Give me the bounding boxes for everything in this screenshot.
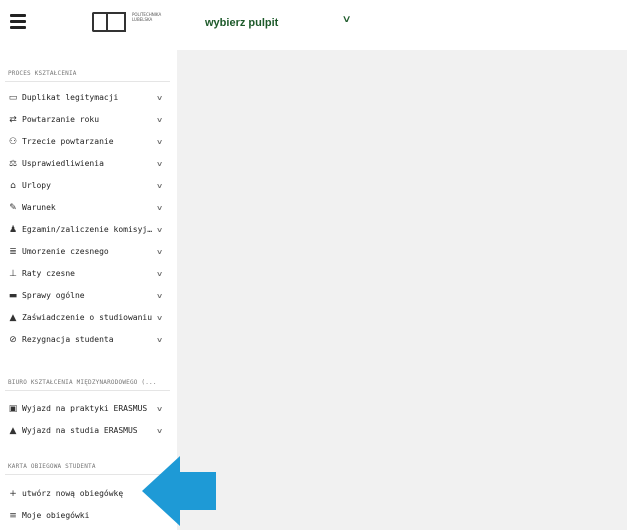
sidebar-item-sprawy-ogolne[interactable]: ▬ Sprawy ogólne ∨ xyxy=(0,285,177,307)
chevron-down-icon[interactable]: ∨ xyxy=(156,136,163,148)
chevron-down-icon[interactable]: ∨ xyxy=(156,290,163,302)
sidebar-item-label: Raty czesne xyxy=(22,269,75,278)
sidebar-item-label: Umorzenie czesnego xyxy=(22,247,109,256)
chevron-down-icon[interactable]: ∨ xyxy=(156,114,163,126)
briefcase-icon: ▣ xyxy=(8,404,18,414)
chevron-down-icon[interactable]: ∨ xyxy=(156,334,163,346)
user-graduate-icon: ♟ xyxy=(8,225,18,235)
main-content xyxy=(177,50,627,530)
plus-icon: + xyxy=(9,489,17,499)
arrow-pointer-icon xyxy=(142,456,216,526)
sidebar-item-label: Rezygnacja studenta xyxy=(22,335,114,344)
chevron-down-icon[interactable]: ∨ xyxy=(156,180,163,192)
chevron-down-icon[interactable]: ∨ xyxy=(156,202,163,214)
sidebar-item-label: Egzamin/zaliczenie komisyjne xyxy=(22,225,154,234)
chevron-down-icon[interactable]: ∨ xyxy=(156,425,163,437)
sidebar-item-raty-czesne[interactable]: ⊥ Raty czesne ∨ xyxy=(0,263,177,285)
divider xyxy=(5,390,170,391)
sidebar-item-trzecie-powtarzanie[interactable]: ⚇ Trzecie powtarzanie ∨ xyxy=(0,131,177,153)
chevron-down-icon[interactable]: ∨ xyxy=(156,92,163,104)
sidebar-item-urlopy[interactable]: ⌂ Urlopy ∨ xyxy=(0,175,177,197)
balance-icon: ⚖ xyxy=(8,159,18,169)
sidebar-item-label: Usprawiedliwienia xyxy=(22,159,104,168)
sidebar-item-egzamin-komisyjny[interactable]: ♟ Egzamin/zaliczenie komisyjne ∨ xyxy=(0,219,177,241)
hamburger-menu-icon[interactable] xyxy=(10,14,26,29)
chevron-down-icon[interactable]: ∨ xyxy=(342,14,352,25)
sidebar-item-rezygnacja[interactable]: ⊘ Rezygnacja studenta ∨ xyxy=(0,329,177,351)
sidebar-item-zaswiadczenie[interactable]: ▲ Zaświadczenie o studiowaniu ∨ xyxy=(0,307,177,329)
documents-icon: ≣ xyxy=(9,247,17,257)
graduation-cap-icon: ▲ xyxy=(9,313,17,323)
sidebar-item-studia-erasmus[interactable]: ▲ Wyjazd na studia ERASMUS ∨ xyxy=(0,420,177,442)
sidebar-item-label: Powtarzanie roku xyxy=(22,115,100,124)
card-icon: ▭ xyxy=(8,93,18,103)
logo-text: POLITECHNIKA LUBELSKA xyxy=(132,12,162,22)
sidebar-item-warunek[interactable]: ✎ Warunek ∨ xyxy=(0,197,177,219)
chevron-down-icon[interactable]: ∨ xyxy=(156,224,163,236)
sidebar-item-label: Trzecie powtarzanie xyxy=(22,137,114,146)
sidebar-item-label: Wyjazd na studia ERASMUS xyxy=(22,426,138,435)
sidebar-item-umorzenie-czesnego[interactable]: ≣ Umorzenie czesnego ∨ xyxy=(0,241,177,263)
repeat-icon: ⇄ xyxy=(9,115,17,125)
top-bar: POLITECHNIKA LUBELSKA wybierz pulpit ∨ xyxy=(0,0,627,50)
list-icon: ≡ xyxy=(9,511,17,521)
logo-mark xyxy=(92,12,128,32)
pulpit-select[interactable]: wybierz pulpit xyxy=(205,17,278,29)
sidebar-item-label: Sprawy ogólne xyxy=(22,291,85,300)
users-icon: ⚇ xyxy=(8,137,18,147)
hand-money-icon: ⊥ xyxy=(9,269,17,279)
ban-icon: ⊘ xyxy=(9,335,17,345)
sidebar-item-label: utwórz nową obiegówkę xyxy=(22,489,124,498)
folder-icon: ▬ xyxy=(8,291,18,301)
sidebar-item-label: Zaświadczenie o studiowaniu xyxy=(22,313,153,322)
sidebar-item-powtarzanie-roku[interactable]: ⇄ Powtarzanie roku ∨ xyxy=(0,109,177,131)
sidebar-item-usprawiedliwienia[interactable]: ⚖ Usprawiedliwienia ∨ xyxy=(0,153,177,175)
chevron-down-icon[interactable]: ∨ xyxy=(156,312,163,324)
section-label-biuro: BIURO KSZTAŁCENIA MIĘDZYNARODOWEGO (... xyxy=(8,379,157,386)
chevron-down-icon[interactable]: ∨ xyxy=(156,158,163,170)
sidebar-item-duplikat-legitymacji[interactable]: ▭ Duplikat legitymacji ∨ xyxy=(0,87,177,109)
edit-icon: ✎ xyxy=(9,203,17,213)
chevron-down-icon[interactable]: ∨ xyxy=(156,403,163,415)
home-icon: ⌂ xyxy=(10,181,16,191)
section-label-proces-ksztalcenia: PROCES KSZTAŁCENIA xyxy=(8,70,77,77)
sidebar-item-label: Warunek xyxy=(22,203,56,212)
sidebar-item-label: Urlopy xyxy=(22,181,51,190)
divider xyxy=(5,81,170,82)
chevron-down-icon[interactable]: ∨ xyxy=(156,246,163,258)
sidebar-item-label: Duplikat legitymacji xyxy=(22,93,119,102)
sidebar-item-label: Wyjazd na praktyki ERASMUS xyxy=(22,404,148,413)
logo[interactable]: POLITECHNIKA LUBELSKA xyxy=(92,10,162,36)
chevron-down-icon[interactable]: ∨ xyxy=(156,268,163,280)
sidebar-item-label: Moje obiegówki xyxy=(22,511,90,520)
sidebar-item-praktyki-erasmus[interactable]: ▣ Wyjazd na praktyki ERASMUS ∨ xyxy=(0,398,177,420)
graduation-cap-icon: ▲ xyxy=(9,426,17,436)
